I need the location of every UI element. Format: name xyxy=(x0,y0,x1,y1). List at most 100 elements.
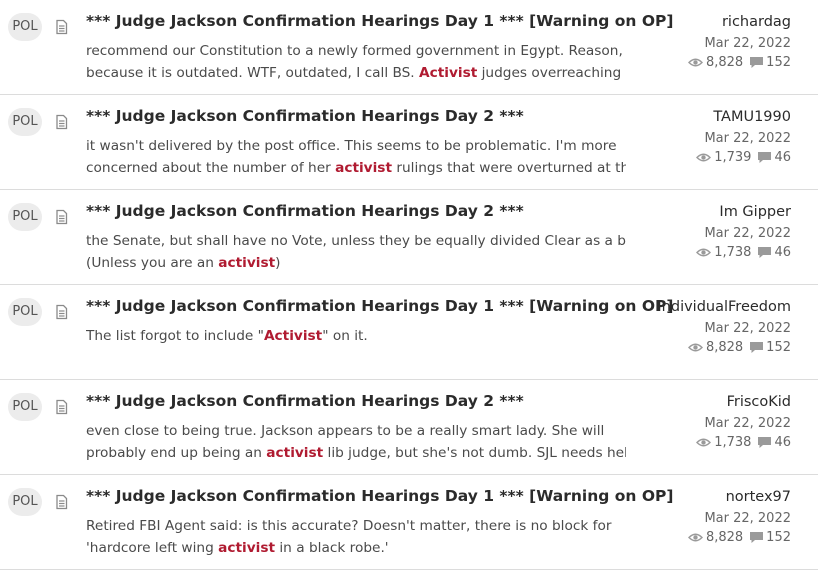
thread-title-link[interactable]: *** Judge Jackson Confirmation Hearings … xyxy=(86,202,524,220)
forum-badge[interactable]: POL xyxy=(8,13,42,41)
speech-bubble-icon xyxy=(757,151,772,164)
snippet-text: it wasn't delivered by the post office. … xyxy=(86,138,617,154)
reply-count: 46 xyxy=(774,150,791,165)
eye-icon xyxy=(687,532,703,543)
eye-icon xyxy=(696,152,712,163)
snippet-text: probably end up being an xyxy=(86,445,267,461)
post-date: Mar 22, 2022 xyxy=(704,416,791,431)
view-count: 1,738 xyxy=(714,435,752,450)
thread-title-link[interactable]: *** Judge Jackson Confirmation Hearings … xyxy=(86,392,524,410)
snippet-line: (Unless you are an activist) xyxy=(86,252,626,274)
eye-icon xyxy=(696,247,712,258)
view-count: 8,828 xyxy=(705,340,744,355)
result-snippet: Retired FBI Agent said: is this accurate… xyxy=(86,515,626,559)
author-link[interactable]: Im Gipper xyxy=(719,204,791,220)
snippet-text: rulings that were overturned at the xyxy=(391,160,626,176)
document-icon xyxy=(55,19,68,35)
document-icon xyxy=(55,114,68,130)
eye-icon xyxy=(696,437,712,448)
search-highlight: activist xyxy=(335,160,392,176)
post-date: Mar 22, 2022 xyxy=(704,511,791,526)
snippet-text: in a black robe.' xyxy=(275,540,389,556)
post-date: Mar 22, 2022 xyxy=(704,226,791,241)
snippet-line: probably end up being an activist lib ju… xyxy=(86,442,626,464)
author-link[interactable]: TAMU1990 xyxy=(713,109,791,125)
thread-stats: 1,739 46 xyxy=(696,150,791,165)
search-highlight: Activist xyxy=(419,65,478,81)
search-result-row[interactable]: POL *** Judge Jackson Confirmation Hearin… xyxy=(0,0,818,95)
thread-title-link[interactable]: *** Judge Jackson Confirmation Hearings … xyxy=(86,107,524,125)
author-link[interactable]: richardag xyxy=(722,14,791,30)
forum-badge[interactable]: POL xyxy=(8,203,42,231)
snippet-text: recommend our Constitution to a newly fo… xyxy=(86,43,623,59)
search-result-row[interactable]: POL *** Judge Jackson Confirmation Hearin… xyxy=(0,95,818,190)
snippet-text: the Senate, but shall have no Vote, unle… xyxy=(86,233,626,249)
search-result-row[interactable]: POL *** Judge Jackson Confirmation Hearin… xyxy=(0,190,818,285)
document-icon xyxy=(55,399,68,415)
snippet-text: Retired FBI Agent said: is this accurate… xyxy=(86,518,612,534)
snippet-text: 'hardcore left wing xyxy=(86,540,219,556)
forum-badge[interactable]: POL xyxy=(8,298,42,326)
eye-icon xyxy=(687,342,703,353)
snippet-text: because it is outdated. WTF, outdated, I… xyxy=(86,65,420,81)
forum-badge[interactable]: POL xyxy=(8,108,42,136)
snippet-line: it wasn't delivered by the post office. … xyxy=(86,135,626,157)
snippet-text: ) xyxy=(275,255,281,271)
snippet-text: judges overreaching has xyxy=(481,65,626,81)
reply-count: 46 xyxy=(774,435,791,450)
thread-title-link[interactable]: *** Judge Jackson Confirmation Hearings … xyxy=(86,12,673,30)
reply-count: 46 xyxy=(774,245,791,260)
speech-bubble-icon xyxy=(749,531,764,544)
document-icon xyxy=(55,494,68,510)
snippet-text: concerned about the number of her xyxy=(86,160,336,176)
author-link[interactable]: IndividualFreedom xyxy=(657,299,791,315)
view-count: 1,739 xyxy=(714,150,752,165)
thread-title-link[interactable]: *** Judge Jackson Confirmation Hearings … xyxy=(86,487,673,505)
reply-count: 152 xyxy=(766,55,791,70)
post-date: Mar 22, 2022 xyxy=(704,36,791,51)
search-highlight: Activist xyxy=(263,328,323,344)
snippet-line: concerned about the number of her activi… xyxy=(86,157,626,179)
thread-stats: 1,738 46 xyxy=(696,245,791,260)
search-highlight: activist xyxy=(266,445,324,461)
snippet-text: The list forgot to include " xyxy=(86,328,264,344)
snippet-line: because it is outdated. WTF, outdated, I… xyxy=(86,62,626,84)
result-snippet: The list forgot to include "Activist" on… xyxy=(86,325,626,347)
snippet-line: recommend our Constitution to a newly fo… xyxy=(86,40,626,62)
view-count: 1,738 xyxy=(714,245,752,260)
author-link[interactable]: FriscoKid xyxy=(727,394,791,410)
speech-bubble-icon xyxy=(749,56,764,69)
document-icon xyxy=(55,209,68,225)
result-snippet: recommend our Constitution to a newly fo… xyxy=(86,40,626,84)
speech-bubble-icon xyxy=(757,436,772,449)
snippet-text: " on it. xyxy=(322,328,368,344)
snippet-text: (Unless you are an xyxy=(86,255,219,271)
search-result-row[interactable]: POL *** Judge Jackson Confirmation Hearin… xyxy=(0,285,818,380)
search-highlight: activist xyxy=(218,540,276,556)
document-icon xyxy=(55,304,68,320)
forum-badge[interactable]: POL xyxy=(8,393,42,421)
search-highlight: activist xyxy=(218,255,276,271)
view-count: 8,828 xyxy=(705,55,744,70)
view-count: 8,828 xyxy=(705,530,744,545)
result-snippet: the Senate, but shall have no Vote, unle… xyxy=(86,230,626,274)
snippet-line: The list forgot to include "Activist" on… xyxy=(86,325,626,347)
snippet-line: Retired FBI Agent said: is this accurate… xyxy=(86,515,626,537)
speech-bubble-icon xyxy=(749,341,764,354)
thread-stats: 8,828 152 xyxy=(687,340,791,355)
thread-title-link[interactable]: *** Judge Jackson Confirmation Hearings … xyxy=(86,297,673,315)
search-result-row[interactable]: POL *** Judge Jackson Confirmation Hearin… xyxy=(0,475,818,570)
forum-badge[interactable]: POL xyxy=(8,488,42,516)
result-snippet: even close to being true. Jackson appear… xyxy=(86,420,626,464)
snippet-text: even close to being true. Jackson appear… xyxy=(86,423,605,439)
eye-icon xyxy=(687,57,703,68)
snippet-line: 'hardcore left wing activist in a black … xyxy=(86,537,626,559)
post-date: Mar 22, 2022 xyxy=(704,321,791,336)
author-link[interactable]: nortex97 xyxy=(726,489,791,505)
thread-stats: 8,828 152 xyxy=(687,530,791,545)
thread-stats: 8,828 152 xyxy=(687,55,791,70)
search-result-row[interactable]: POL *** Judge Jackson Confirmation Hearin… xyxy=(0,380,818,475)
post-date: Mar 22, 2022 xyxy=(704,131,791,146)
snippet-line: even close to being true. Jackson appear… xyxy=(86,420,626,442)
snippet-text: lib judge, but she's not dumb. SJL needs… xyxy=(323,445,626,461)
